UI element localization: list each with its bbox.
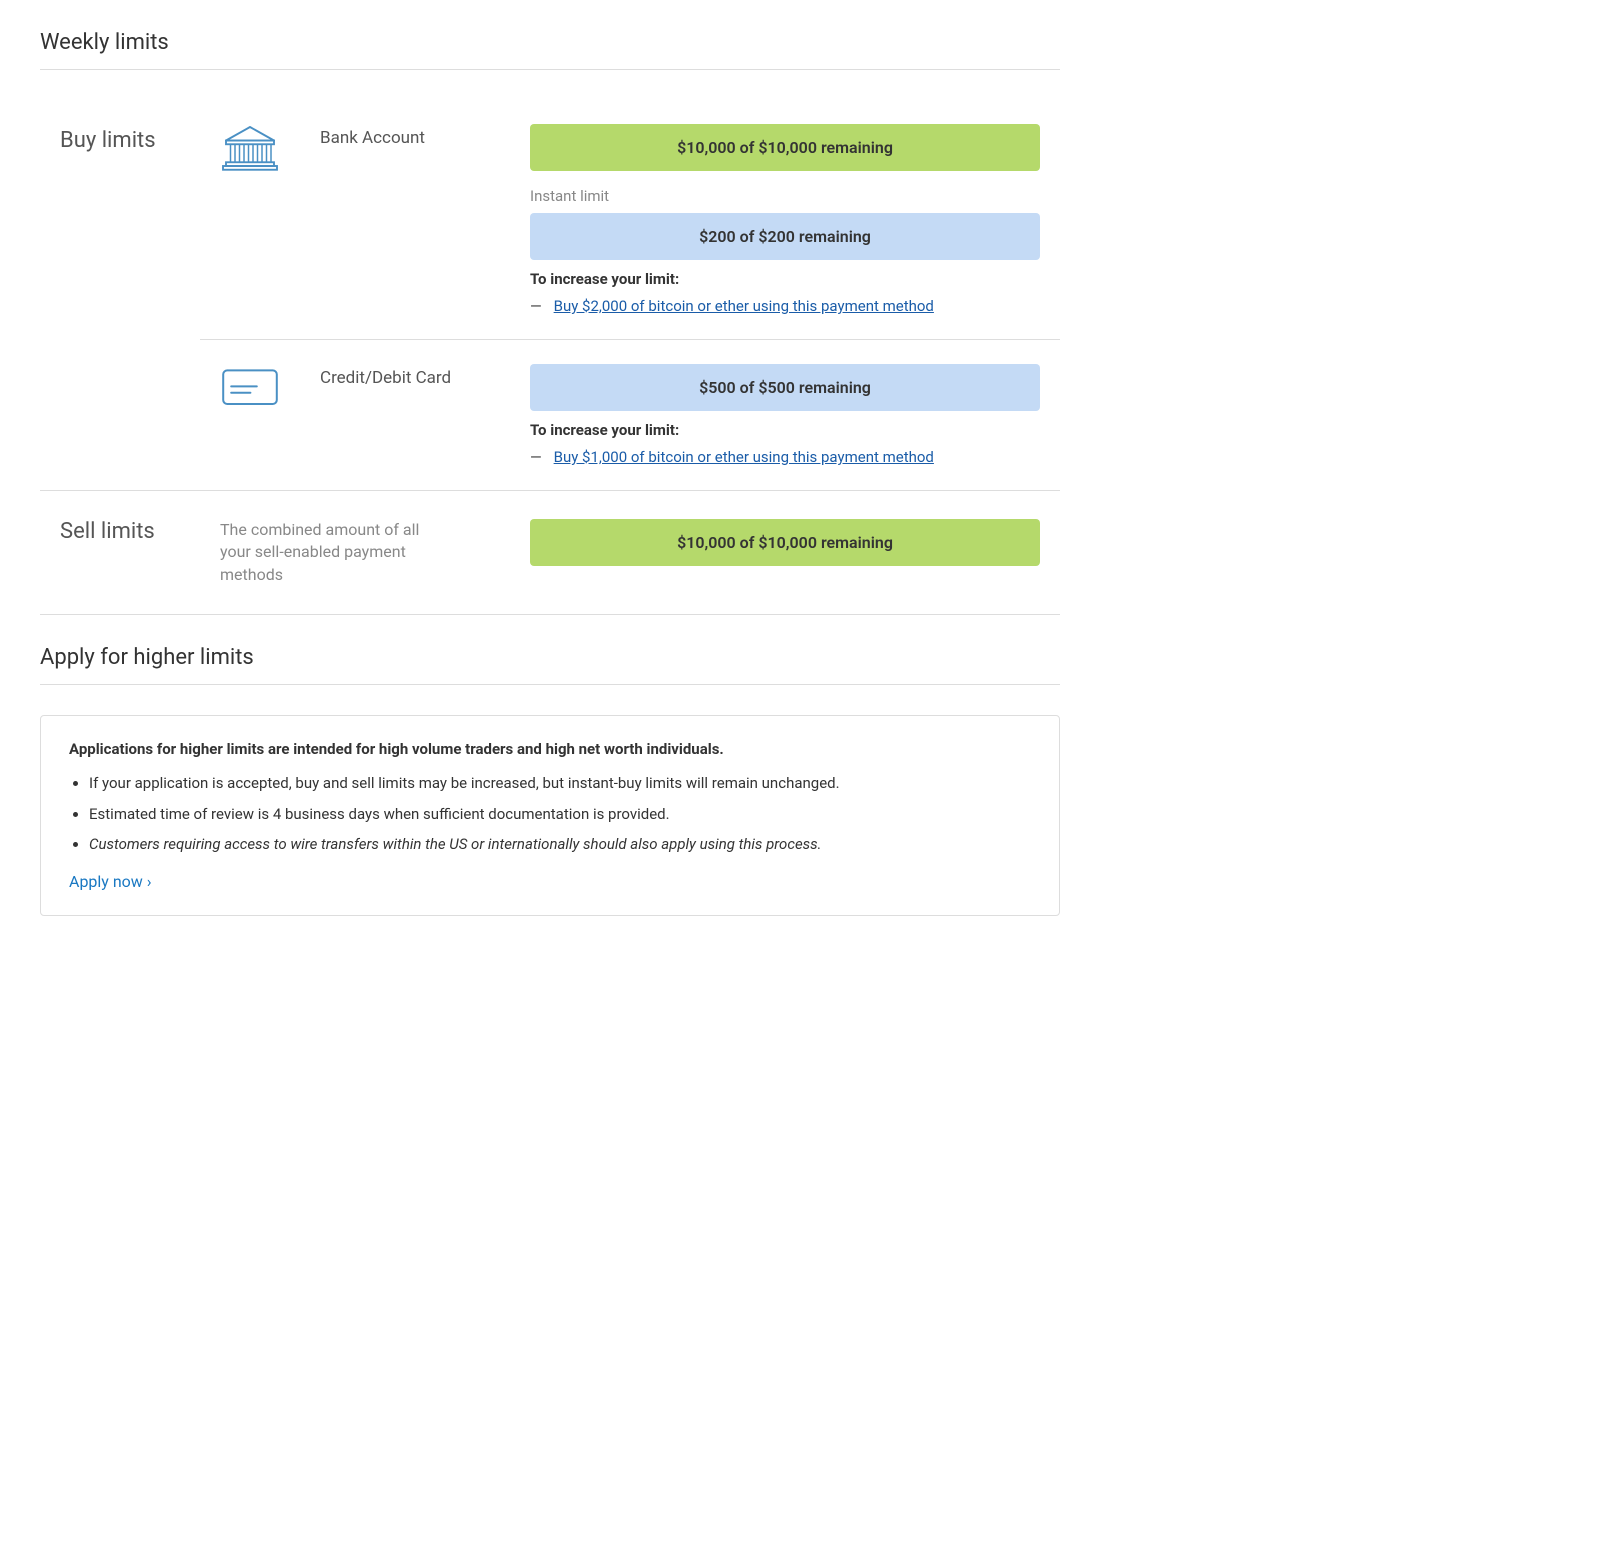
apply-list: If your application is accepted, buy and…	[69, 772, 1031, 856]
apply-section-title: Apply for higher limits	[40, 645, 1060, 684]
apply-bullet-2: Estimated time of review is 4 business d…	[89, 803, 1031, 826]
sell-limits-label: Sell limits	[40, 491, 200, 615]
sell-limits-row: Sell limits The combined amount of all y…	[40, 491, 1060, 615]
bank-dash: —	[530, 297, 542, 315]
section-divider	[40, 69, 1060, 70]
weekly-limits-title: Weekly limits	[40, 30, 1060, 69]
sell-bar: $10,000 of $10,000 remaining	[530, 519, 1040, 566]
bank-icon	[200, 100, 300, 340]
bank-instant-bar: $200 of $200 remaining	[530, 213, 1040, 260]
apply-now-button[interactable]: Apply now ›	[69, 872, 152, 891]
credit-weekly-bar: $500 of $500 remaining	[530, 364, 1040, 411]
credit-increase-label: To increase your limit:	[530, 421, 1040, 439]
bank-account-row: Buy limits Bank Account	[40, 100, 1060, 340]
limits-table: Buy limits Bank Account	[40, 100, 1060, 615]
bank-increase-text: — Buy $2,000 of bitcoin or ether using t…	[530, 296, 1040, 315]
credit-dash: —	[530, 448, 542, 466]
sell-limits-desc-cell: The combined amount of all your sell-ena…	[200, 491, 500, 615]
sell-limits-bar-cell: $10,000 of $10,000 remaining	[500, 491, 1060, 615]
bank-account-name: Bank Account	[300, 100, 500, 340]
apply-bullet-1: If your application is accepted, buy and…	[89, 772, 1031, 795]
credit-increase-text: — Buy $1,000 of bitcoin or ether using t…	[530, 447, 1040, 466]
bank-account-limits: $10,000 of $10,000 remaining Instant lim…	[500, 100, 1060, 340]
bank-increase-label: To increase your limit:	[530, 270, 1040, 288]
card-icon	[200, 340, 300, 491]
sell-limits-description: The combined amount of all your sell-ena…	[220, 519, 420, 586]
apply-box-title: Applications for higher limits are inten…	[69, 740, 1031, 758]
apply-divider	[40, 684, 1060, 685]
credit-card-limits: $500 of $500 remaining To increase your …	[500, 340, 1060, 491]
bank-increase-link[interactable]: Buy $2,000 of bitcoin or ether using thi…	[554, 297, 934, 315]
apply-box: Applications for higher limits are inten…	[40, 715, 1060, 916]
apply-section: Apply for higher limits Applications for…	[40, 645, 1060, 916]
instant-label: Instant limit	[530, 187, 1040, 205]
buy-limits-label: Buy limits	[40, 100, 200, 491]
credit-increase-link[interactable]: Buy $1,000 of bitcoin or ether using thi…	[554, 448, 934, 466]
bank-weekly-bar: $10,000 of $10,000 remaining	[530, 124, 1040, 171]
apply-bullet-3: Customers requiring access to wire trans…	[89, 833, 1031, 856]
credit-card-name: Credit/Debit Card	[300, 340, 500, 491]
